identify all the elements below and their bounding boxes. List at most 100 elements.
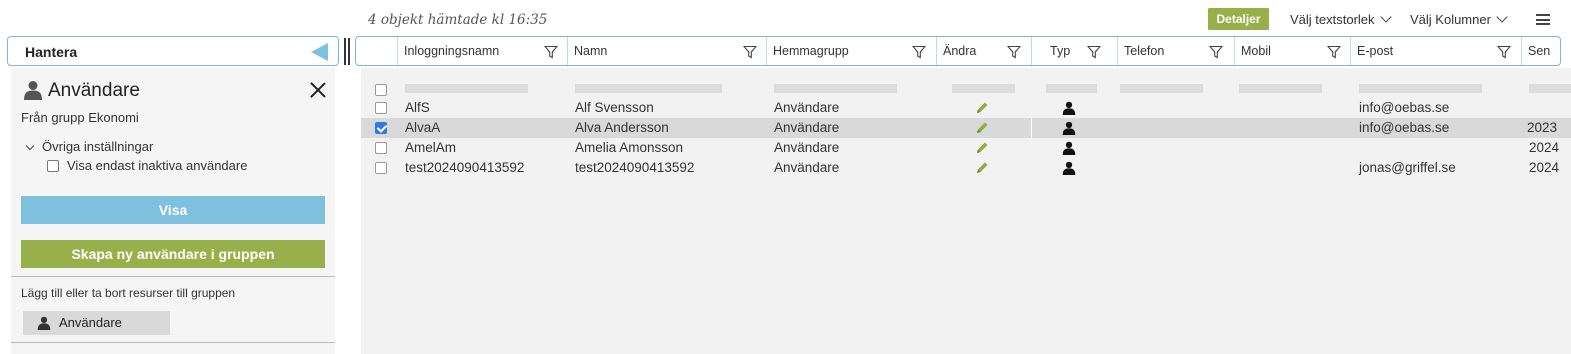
divider xyxy=(11,276,335,277)
resources-label: Lägg till eller ta bort resurser till gr… xyxy=(21,286,236,300)
column-header-home-group[interactable]: Hemmagrupp xyxy=(766,37,936,65)
filter-icon[interactable] xyxy=(1087,45,1101,59)
filter-placeholder[interactable] xyxy=(1120,84,1203,93)
hamburger-menu-icon[interactable] xyxy=(1536,14,1550,25)
resource-chip-label: Användare xyxy=(59,315,122,330)
column-header-login[interactable]: Inloggningsnamn xyxy=(397,37,567,65)
column-header-label: Telefon xyxy=(1124,44,1165,58)
row-checkbox[interactable] xyxy=(375,162,387,174)
manage-panel-header: Hantera xyxy=(7,36,339,66)
chevron-down-icon xyxy=(1496,11,1508,23)
inactive-only-label: Visa endast inaktiva användare xyxy=(67,158,248,173)
text-size-label: Välj textstorlek xyxy=(1290,12,1375,27)
columns-dropdown[interactable]: Välj Kolumner xyxy=(1410,11,1508,27)
edit-pencil-icon[interactable] xyxy=(975,141,989,155)
filter-placeholder[interactable] xyxy=(952,84,1015,93)
filter-placeholder[interactable] xyxy=(1359,84,1482,93)
user-type-icon xyxy=(1062,121,1076,135)
column-header-phone[interactable]: Telefon xyxy=(1117,37,1234,65)
filter-icon[interactable] xyxy=(1497,45,1511,59)
filter-placeholder[interactable] xyxy=(774,84,897,93)
column-header-label: Mobil xyxy=(1241,44,1271,58)
column-header-type[interactable]: Typ xyxy=(1031,37,1117,65)
cell-login: AlfS xyxy=(405,100,430,115)
column-header-mobile[interactable]: Mobil xyxy=(1234,37,1350,65)
manage-panel: Användare Från grupp Ekonomi Övriga inst… xyxy=(11,68,335,354)
user-icon xyxy=(24,81,42,100)
cell-home-group: Användare xyxy=(774,100,840,115)
filter-icon[interactable] xyxy=(912,45,926,59)
column-header-label: Hemmagrupp xyxy=(773,44,849,58)
filter-placeholder[interactable] xyxy=(1239,84,1322,93)
divider xyxy=(11,342,335,343)
top-bar: 4 objekt hämtade kl 16:35 Detaljer Välj … xyxy=(0,0,1571,36)
panel-title: Användare xyxy=(48,80,140,101)
edit-pencil-icon[interactable] xyxy=(975,101,989,115)
panel-splitter[interactable] xyxy=(344,38,351,65)
chevron-down-icon xyxy=(25,141,35,151)
close-icon[interactable] xyxy=(310,82,326,98)
show-button[interactable]: Visa xyxy=(21,196,325,224)
filter-placeholder[interactable] xyxy=(575,84,722,93)
text-size-dropdown[interactable]: Välj textstorlek xyxy=(1290,11,1392,27)
manage-label: Hantera xyxy=(25,44,78,60)
from-group-text: Från grupp Ekonomi xyxy=(21,110,139,125)
filter-icon[interactable] xyxy=(1007,45,1021,59)
user-type-icon xyxy=(1062,101,1076,115)
cell-name: Amelia Amonsson xyxy=(575,140,684,155)
cell-since: 2023 xyxy=(1527,120,1558,135)
cell-login: AlvaA xyxy=(405,120,441,135)
column-header-label: Sen xyxy=(1528,44,1551,58)
filter-row-checkbox[interactable] xyxy=(375,84,387,96)
cell-login: test2024090413592 xyxy=(405,160,525,175)
table-row[interactable]: AlvaA Alva Andersson Användare info@oeba… xyxy=(361,118,1571,138)
row-checkbox[interactable] xyxy=(375,102,387,114)
inactive-only-option[interactable]: Visa endast inaktiva användare xyxy=(47,158,247,173)
column-header-label: Ändra xyxy=(943,44,977,58)
table-row[interactable]: AlfS Alf Svensson Användare info@oebas.s… xyxy=(361,98,1571,118)
inactive-only-checkbox[interactable] xyxy=(47,159,59,172)
cell-since: 2024 xyxy=(1529,140,1560,155)
table-row[interactable]: test2024090413592 test2024090413592 Anvä… xyxy=(361,158,1571,178)
filter-placeholder[interactable] xyxy=(1529,84,1571,93)
cell-since: 2024 xyxy=(1529,160,1560,175)
cell-email: info@oebas.se xyxy=(1359,120,1450,135)
cell-email: info@oebas.se xyxy=(1359,100,1450,115)
filter-placeholder[interactable] xyxy=(1046,84,1097,93)
cell-home-group: Användare xyxy=(774,120,840,135)
cell-home-group: Användare xyxy=(774,160,840,175)
column-header-since[interactable]: Sen xyxy=(1521,37,1560,65)
select-all-header[interactable] xyxy=(356,37,397,65)
filter-icon[interactable] xyxy=(1327,45,1341,59)
column-header-email[interactable]: E-post xyxy=(1350,37,1521,65)
row-checkbox[interactable] xyxy=(375,142,387,154)
other-settings-label: Övriga inställningar xyxy=(42,139,154,154)
create-user-button[interactable]: Skapa ny användare i gruppen xyxy=(21,240,325,268)
chevron-down-icon xyxy=(1379,11,1392,23)
cell-home-group: Användare xyxy=(774,140,840,155)
user-type-icon xyxy=(1062,141,1076,155)
filter-icon[interactable] xyxy=(743,45,757,59)
column-header-edit[interactable]: Ändra xyxy=(936,37,1031,65)
column-header-label: Namn xyxy=(574,44,608,58)
cell-name: test2024090413592 xyxy=(575,160,695,175)
columns-label: Välj Kolumner xyxy=(1410,12,1491,27)
filter-icon[interactable] xyxy=(544,45,558,59)
details-button[interactable]: Detaljer xyxy=(1208,8,1269,30)
cell-name: Alva Andersson xyxy=(575,120,669,135)
filter-icon[interactable] xyxy=(1209,45,1223,59)
row-checkbox[interactable] xyxy=(375,122,387,134)
cell-name: Alf Svensson xyxy=(575,100,654,115)
edit-pencil-icon[interactable] xyxy=(975,161,989,175)
row-separator xyxy=(1031,118,1032,138)
resource-chip-users[interactable]: Användare xyxy=(23,311,170,335)
edit-pencil-icon[interactable] xyxy=(975,121,989,135)
column-header-name[interactable]: Namn xyxy=(567,37,766,65)
status-text: 4 objekt hämtade kl 16:35 xyxy=(368,12,548,28)
collapse-arrow-icon[interactable] xyxy=(311,43,328,61)
filter-placeholder[interactable] xyxy=(405,84,528,93)
table-row[interactable]: AmelAm Amelia Amonsson Användare 2024 xyxy=(361,138,1571,158)
users-table: AlfS Alf Svensson Användare info@oebas.s… xyxy=(361,68,1571,354)
other-settings-toggle[interactable]: Övriga inställningar xyxy=(25,139,153,154)
column-header-label: Typ xyxy=(1050,44,1071,58)
